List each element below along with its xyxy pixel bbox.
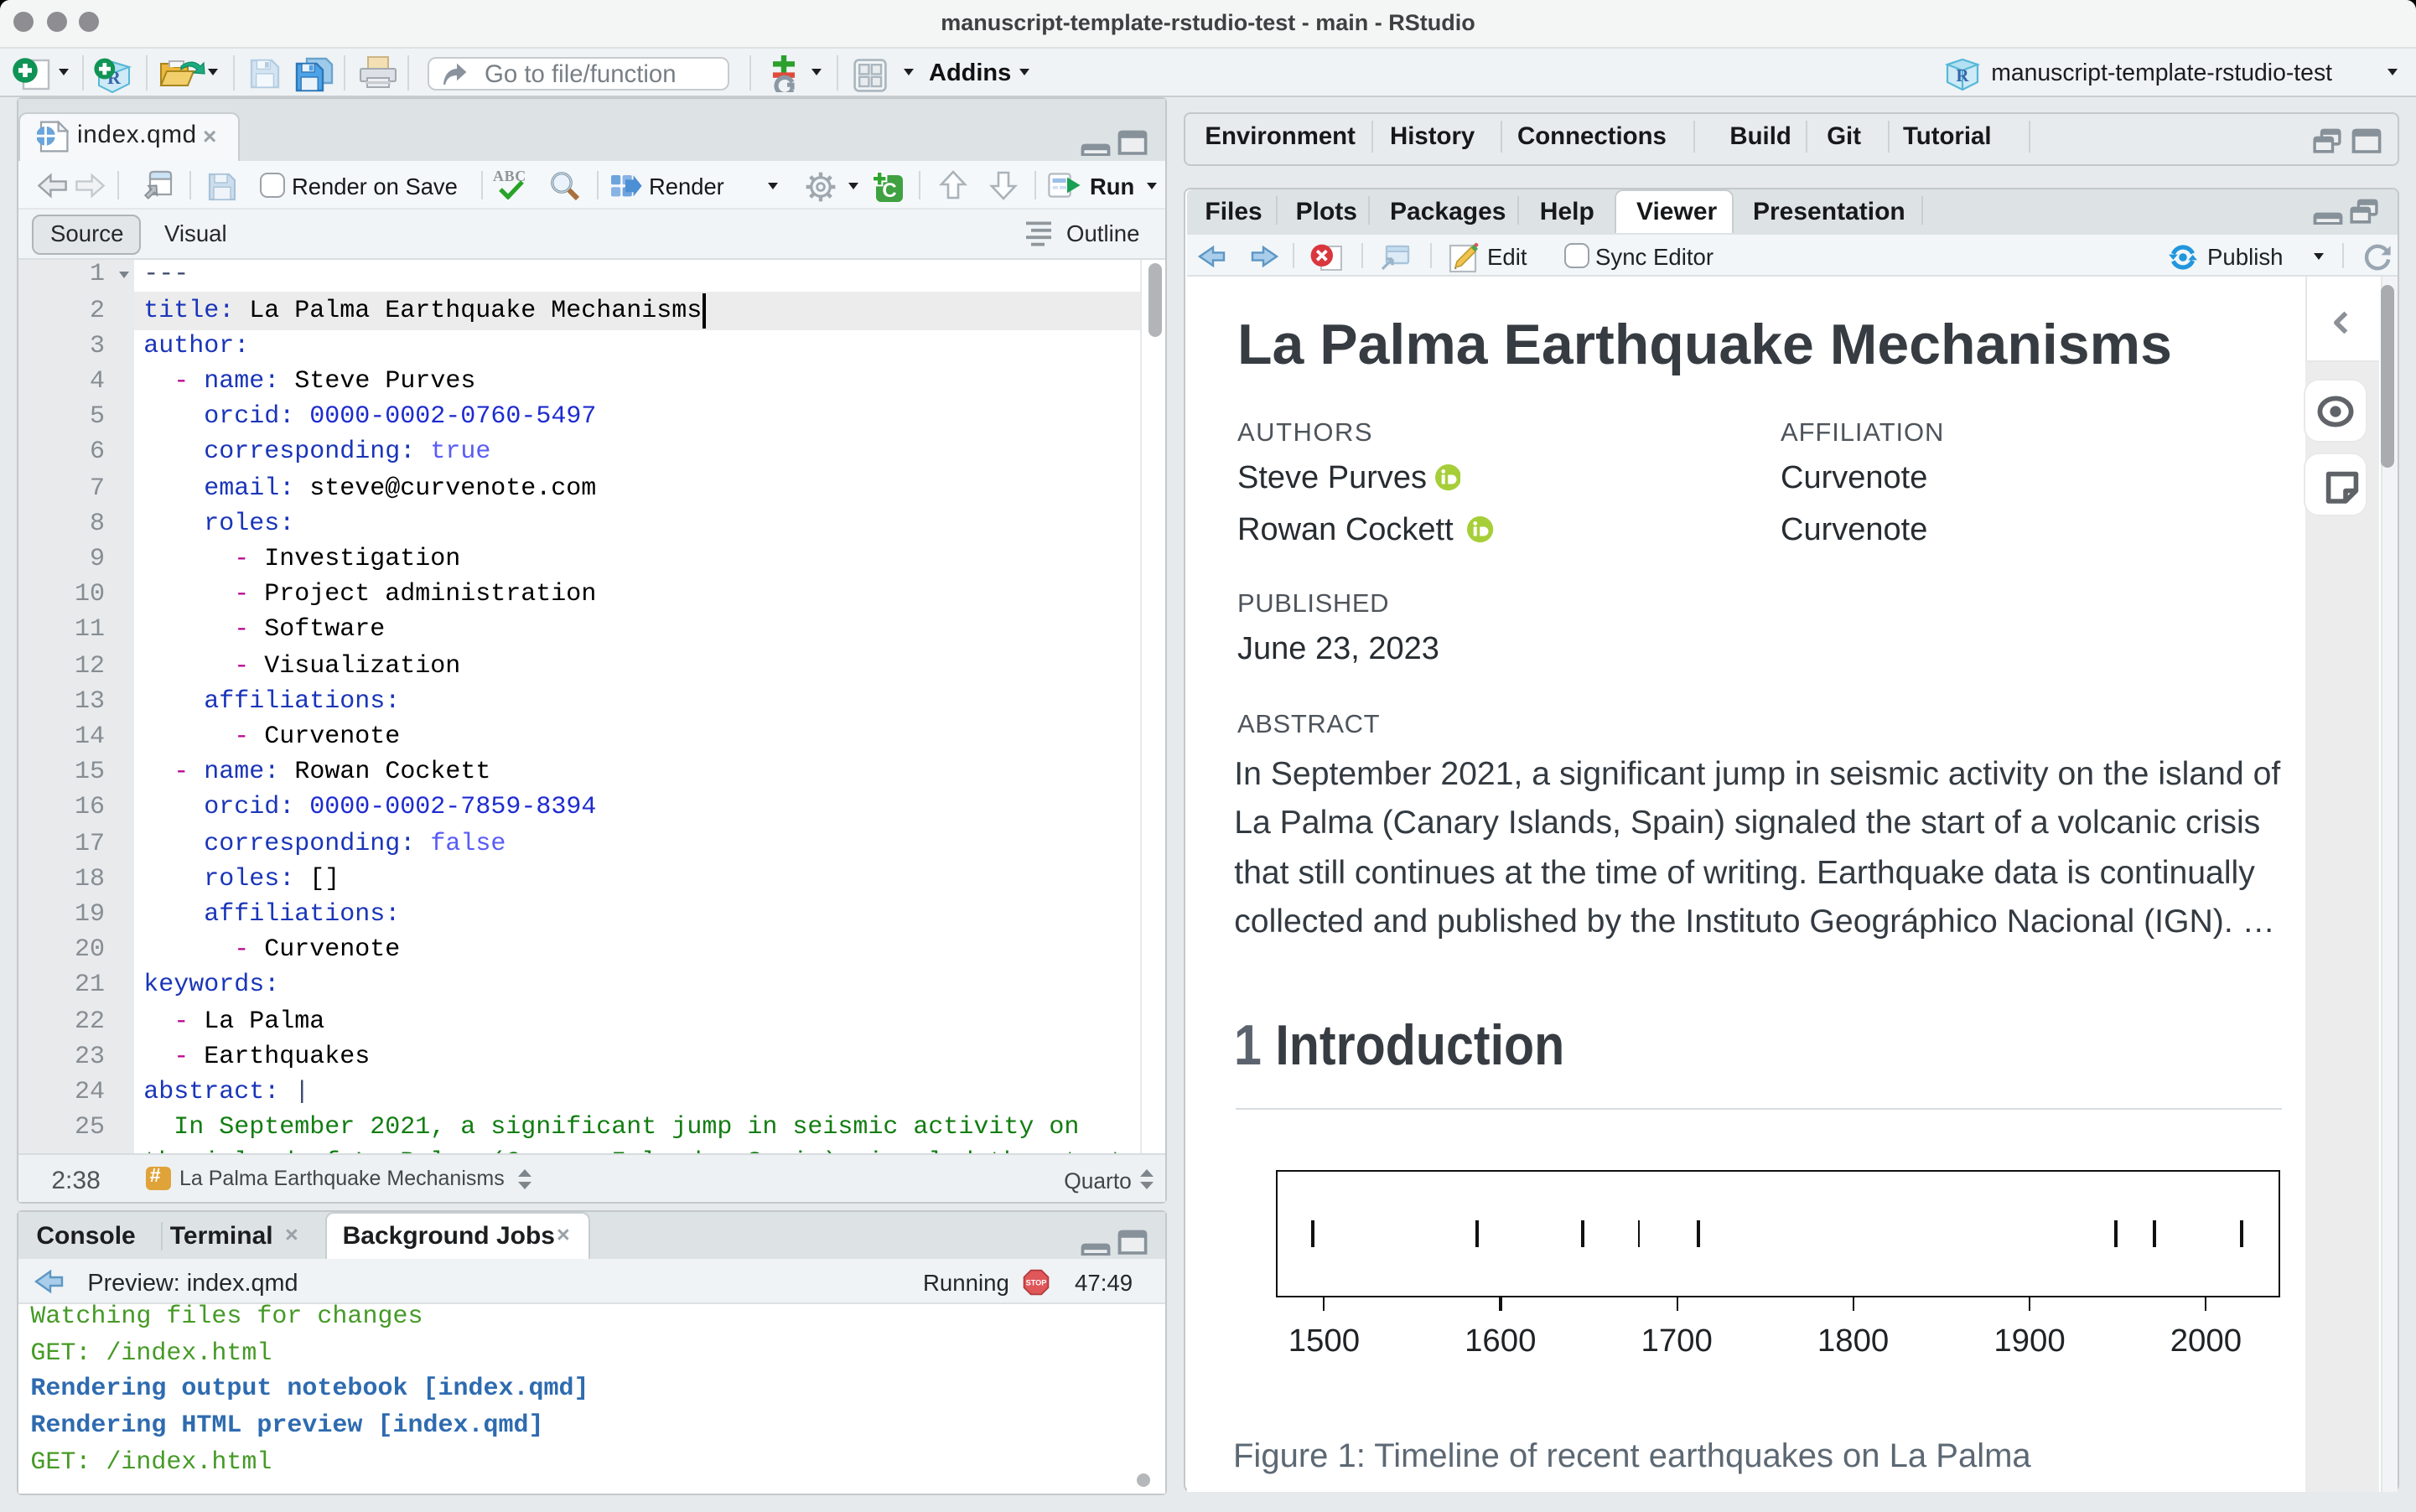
svg-text:STOP: STOP [1026,1278,1047,1287]
svg-text:C: C [882,179,896,201]
svg-text:R: R [1956,65,1969,85]
